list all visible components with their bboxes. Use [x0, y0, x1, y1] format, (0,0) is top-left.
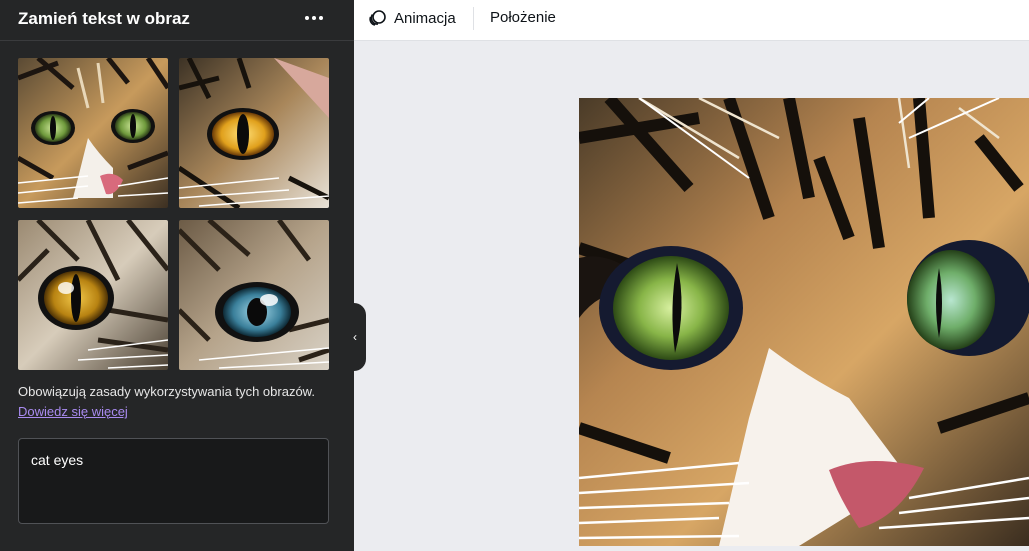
generated-image-4[interactable] — [179, 220, 329, 370]
editor-toolbar: Animacja Położenie — [354, 0, 1029, 41]
cat-eye-yellow-image — [18, 220, 168, 370]
position-button[interactable]: Położenie — [490, 9, 556, 26]
generated-image-1[interactable] — [18, 58, 168, 208]
generated-image-3[interactable] — [18, 220, 168, 370]
canvas-image[interactable] — [579, 98, 1029, 546]
more-options-button[interactable] — [300, 4, 328, 32]
toolbar-divider — [473, 7, 474, 30]
cat-face-close-up-image — [579, 98, 1029, 546]
more-dot — [319, 16, 323, 20]
more-dot — [312, 16, 316, 20]
generated-image-2[interactable] — [179, 58, 329, 208]
learn-more-link[interactable]: Dowiedz się więcej — [18, 404, 128, 419]
animation-button[interactable]: Animacja — [368, 0, 456, 36]
usage-policy-notice: Obowiązują zasady wykorzystywania tych o… — [18, 384, 315, 399]
cat-eye-blue-image — [179, 220, 329, 370]
panel-title: Zamień tekst w obraz — [18, 9, 190, 28]
panel-header: Zamień tekst w obraz — [0, 0, 354, 41]
cat-eyes-green-image — [18, 58, 168, 208]
collapse-panel-button[interactable]: ‹ — [344, 303, 366, 371]
animation-label: Animacja — [394, 9, 456, 27]
more-dots-icon — [305, 16, 309, 20]
text-to-image-panel: Zamień tekst w obraz Obowiązują zasady w… — [0, 0, 354, 551]
prompt-input[interactable] — [18, 438, 329, 524]
chevron-left-icon: ‹ — [353, 330, 357, 344]
cat-eye-amber-image — [179, 58, 329, 208]
animation-icon — [369, 10, 386, 26]
